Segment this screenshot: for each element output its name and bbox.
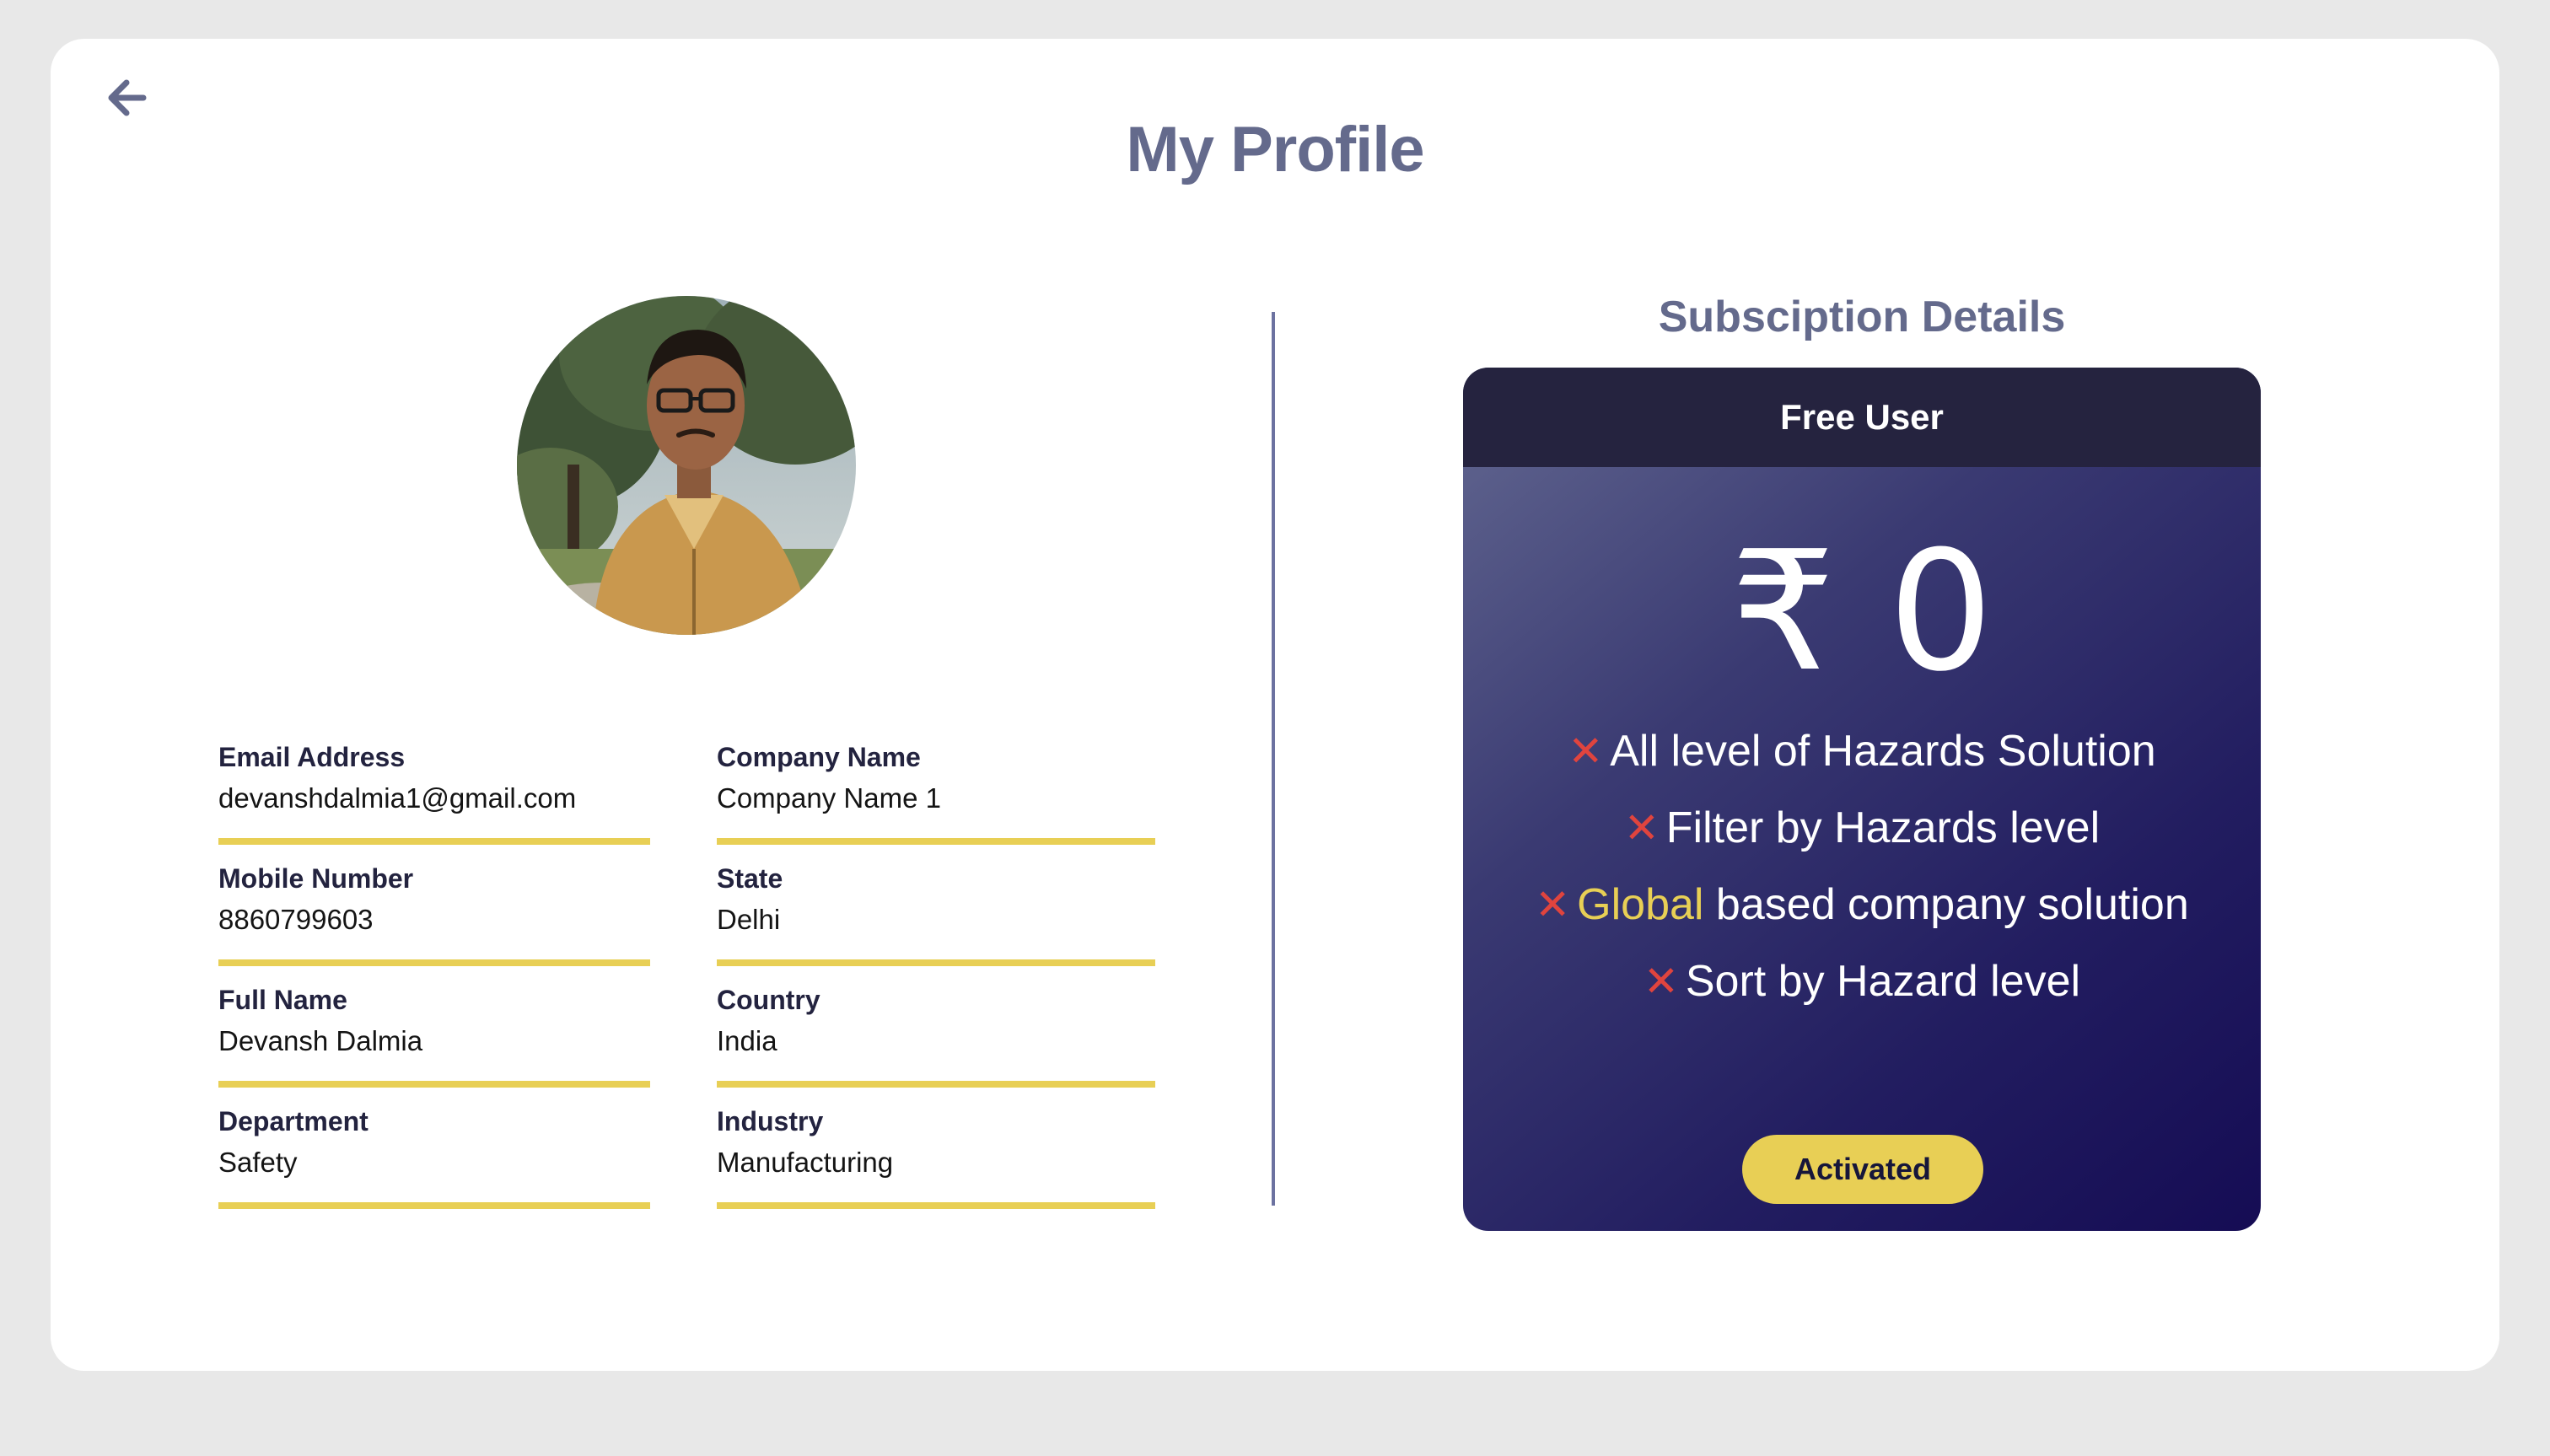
field-value: Company Name 1 bbox=[717, 782, 941, 814]
avatar bbox=[517, 296, 856, 635]
field-value: Safety bbox=[218, 1147, 298, 1178]
field-company-name: Company Name Company Name 1 bbox=[717, 742, 1155, 845]
subscription-title: Subsciption Details bbox=[1658, 293, 2066, 341]
plan-price: ₹ 0 bbox=[1730, 516, 1993, 708]
feature-item: ✕ Sort by Hazard level bbox=[1463, 943, 2261, 1020]
field-value: devanshdalmia1@gmail.com bbox=[218, 782, 577, 814]
field-label: Country bbox=[717, 985, 820, 1015]
field-label: Mobile Number bbox=[218, 863, 414, 894]
arrow-left-icon bbox=[108, 79, 147, 116]
field-label: Industry bbox=[717, 1106, 824, 1136]
field-label: Full Name bbox=[218, 985, 347, 1015]
vertical-divider bbox=[1272, 312, 1275, 1206]
feature-item: ✕ Filter by Hazards level bbox=[1463, 790, 2261, 867]
field-mobile-number: Mobile Number 8860799603 bbox=[218, 863, 650, 966]
field-label: State bbox=[717, 863, 783, 894]
field-full-name: Full Name Devansh Dalmia bbox=[218, 985, 650, 1088]
field-label: Company Name bbox=[717, 742, 921, 772]
field-label: Department bbox=[218, 1106, 369, 1136]
field-label: Email Address bbox=[218, 742, 406, 772]
cross-icon: ✕ bbox=[1623, 803, 1660, 852]
page-title: My Profile bbox=[1126, 114, 1424, 185]
feature-item: ✕ Global based company solution bbox=[1463, 867, 2261, 943]
feature-item: ✕ All level of Hazards Solution bbox=[1463, 713, 2261, 790]
field-value: Delhi bbox=[717, 904, 781, 935]
profile-card: My Profile Email Address devanshdalmia1@… bbox=[51, 39, 2499, 1371]
feature-highlight: Global bbox=[1577, 880, 1704, 929]
feature-text: Filter by Hazards level bbox=[1665, 803, 2101, 852]
field-value: Manufacturing bbox=[717, 1147, 894, 1178]
activated-button[interactable]: Activated bbox=[1742, 1135, 1983, 1204]
feature-text: All level of Hazards Solution bbox=[1610, 727, 2156, 776]
field-value: India bbox=[717, 1025, 777, 1056]
feature-text: Sort by Hazard level bbox=[1685, 957, 2081, 1006]
cross-icon: ✕ bbox=[1535, 880, 1571, 929]
field-state: State Delhi bbox=[717, 863, 1155, 966]
field-department: Department Safety bbox=[218, 1106, 650, 1209]
user-photo bbox=[517, 296, 856, 635]
field-country: Country India bbox=[717, 985, 1155, 1088]
feature-text: based company solution bbox=[1703, 880, 2189, 929]
field-value: Devansh Dalmia bbox=[218, 1025, 423, 1056]
cross-icon: ✕ bbox=[1568, 727, 1604, 776]
plan-card: Free User ₹ 0 ✕ All level of Hazards Solu… bbox=[1463, 368, 2261, 1231]
field-industry: Industry Manufacturing bbox=[717, 1106, 1155, 1209]
feature-list: ✕ All level of Hazards Solution ✕ Filter b… bbox=[1463, 713, 2261, 1020]
field-value: 8860799603 bbox=[218, 904, 374, 935]
field-email: Email Address devanshdalmia1@gmail.com bbox=[218, 742, 650, 845]
plan-name: Free User bbox=[1463, 368, 2261, 467]
cross-icon: ✕ bbox=[1643, 957, 1679, 1006]
